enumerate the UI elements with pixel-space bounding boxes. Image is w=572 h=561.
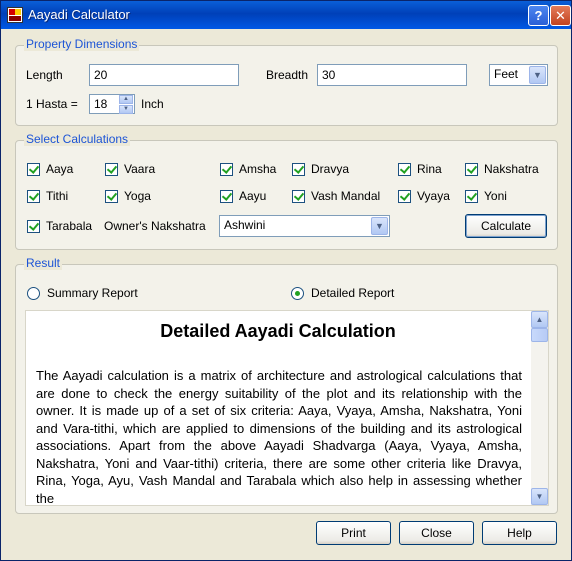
hasta-unit-label: Inch [141,97,164,111]
arrow-up-icon[interactable]: ▲ [119,95,133,104]
nakshatra-checkbox[interactable] [465,163,478,176]
calculate-button[interactable]: Calculate [465,214,547,238]
dravya-label: Dravya [311,162,350,176]
nakshatra-label: Nakshatra [484,162,539,176]
tarabala-label: Tarabala [46,219,93,233]
result-legend: Result [24,256,63,270]
breadth-input[interactable]: 30 [317,64,467,86]
unit-select[interactable]: Feet ▼ [489,64,548,86]
length-label: Length [26,68,63,82]
print-button[interactable]: Print [316,521,391,545]
report-text: The Aayadi calculation is a matrix of ar… [36,368,522,506]
yoni-checkbox[interactable] [465,190,478,203]
hasta-spinner[interactable]: 18 ▲ ▼ [89,94,135,114]
help-button[interactable]: Help [482,521,557,545]
summary-report-radio[interactable] [27,287,40,300]
vaara-checkbox[interactable] [105,163,118,176]
length-input[interactable]: 20 [89,64,239,86]
owner-nakshatra-label: Owner's Nakshatra [104,219,206,233]
window-title: Aayadi Calculator [28,7,130,22]
scroll-thumb[interactable] [531,328,548,342]
scroll-down-icon[interactable]: ▼ [531,488,548,505]
breadth-label: Breadth [266,68,309,82]
aayu-checkbox[interactable] [220,190,233,203]
tithi-checkbox[interactable] [27,190,40,203]
rina-checkbox[interactable] [398,163,411,176]
rina-label: Rina [417,162,442,176]
hasta-label: 1 Hasta = [26,97,78,111]
titlebar-close-button[interactable]: ✕ [550,5,571,26]
tithi-label: Tithi [46,189,69,203]
vyaya-label: Vyaya [417,189,450,203]
aaya-checkbox[interactable] [27,163,40,176]
tarabala-checkbox[interactable] [27,220,40,233]
chevron-down-icon[interactable]: ▼ [371,217,388,235]
app-icon [7,7,23,23]
report-title: Detailed Aayadi Calculation [160,321,396,341]
aaya-label: Aaya [46,162,74,176]
vaara-label: Vaara [124,162,156,176]
vyaya-checkbox[interactable] [398,190,411,203]
aayu-label: Aayu [239,189,267,203]
amsha-label: Amsha [239,162,277,176]
titlebar-help-button[interactable]: ? [528,5,549,26]
arrow-down-icon[interactable]: ▼ [119,105,133,114]
vash-mandal-label: Vash Mandal [311,189,381,203]
detailed-report-radio[interactable] [291,287,304,300]
detailed-report-label: Detailed Report [311,286,395,300]
property-dimensions-legend: Property Dimensions [24,37,140,51]
yoga-label: Yoga [124,189,151,203]
yoni-label: Yoni [484,189,507,203]
amsha-checkbox[interactable] [220,163,233,176]
hasta-value: 18 [94,97,108,111]
report-view[interactable]: Detailed Aayadi Calculation The Aayadi c… [25,310,549,506]
close-button[interactable]: Close [399,521,474,545]
dravya-checkbox[interactable] [292,163,305,176]
select-calculations-legend: Select Calculations [24,132,131,146]
scroll-up-icon[interactable]: ▲ [531,311,548,328]
vash-mandal-checkbox[interactable] [292,190,305,203]
chevron-down-icon[interactable]: ▼ [529,66,546,84]
unit-select-value: Feet [494,67,519,81]
aayadi-calculator-window: Aayadi Calculator ? ✕ Property Dimension… [0,0,572,561]
report-scrollbar[interactable]: ▲ ▼ [531,311,548,505]
owner-nakshatra-select[interactable]: Ashwini ▼ [219,215,390,237]
summary-report-label: Summary Report [47,286,138,300]
title-bar[interactable]: Aayadi Calculator ? ✕ [1,1,571,29]
owner-nakshatra-value: Ashwini [224,218,266,232]
yoga-checkbox[interactable] [105,190,118,203]
